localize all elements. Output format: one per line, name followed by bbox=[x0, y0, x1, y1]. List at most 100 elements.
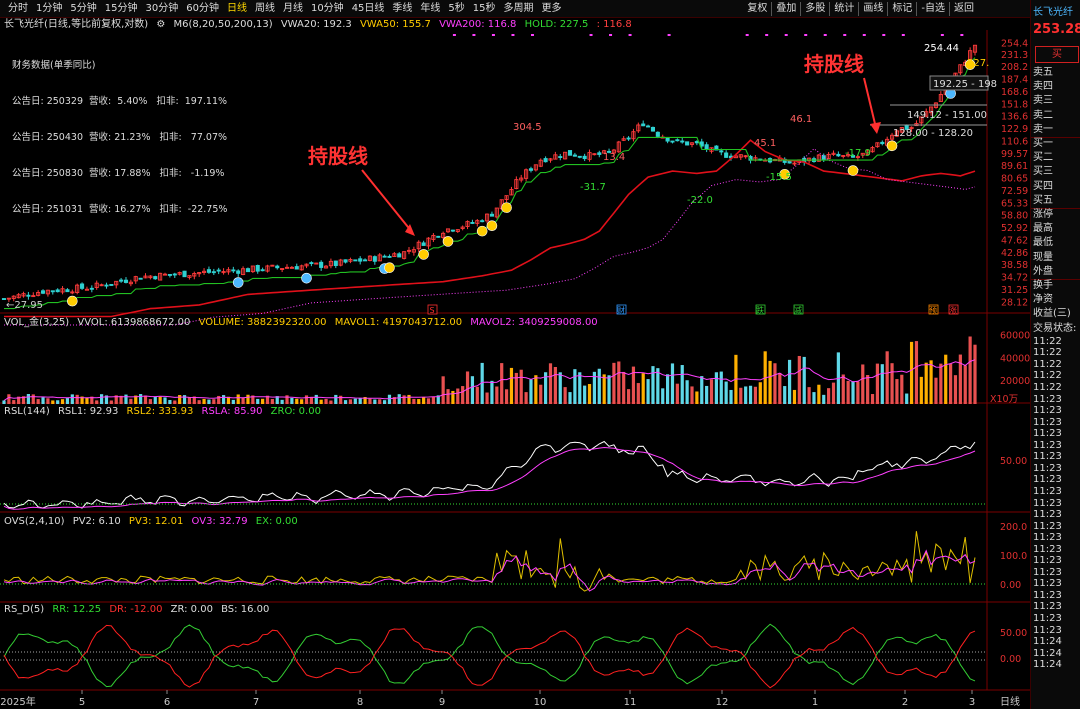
signal-icon bbox=[886, 140, 898, 152]
volume-bar bbox=[827, 388, 831, 404]
rr-value: RR: 12.25 bbox=[52, 604, 102, 615]
volume-bar bbox=[348, 399, 353, 404]
vvol-value: VVOL: 6139868672.00 bbox=[77, 317, 191, 328]
price-label-m31: -31.7 bbox=[580, 182, 606, 193]
candle-body bbox=[470, 222, 475, 224]
candle-body bbox=[65, 289, 70, 293]
quote-row-label: 卖五 bbox=[1033, 67, 1053, 78]
tab-period-4[interactable]: 30分钟 bbox=[141, 2, 182, 16]
tab-period-8[interactable]: 月线 bbox=[279, 2, 307, 16]
volume-bar bbox=[768, 360, 772, 404]
volume-bar bbox=[353, 398, 357, 404]
top-marker bbox=[452, 34, 456, 36]
volume-bar bbox=[822, 394, 826, 404]
volume-bar bbox=[670, 363, 675, 404]
candle-body bbox=[626, 137, 631, 140]
quote-row-label: 换手 bbox=[1033, 280, 1053, 291]
tab-period-11[interactable]: 季线 bbox=[388, 2, 416, 16]
pv3-value: PV3: 12.01 bbox=[128, 516, 184, 527]
menu-item-3[interactable]: 统计 bbox=[829, 2, 858, 16]
candle-body bbox=[387, 255, 392, 258]
candle-body bbox=[665, 137, 670, 142]
signal-icon bbox=[501, 202, 512, 213]
candle-body bbox=[650, 126, 656, 132]
menu-item-7[interactable]: 返回 bbox=[949, 2, 978, 16]
candle-body bbox=[123, 279, 129, 283]
tick-time: 11:24 bbox=[1033, 636, 1062, 648]
volume-bar bbox=[851, 381, 855, 404]
rsl-name: RSL(144) bbox=[4, 406, 50, 417]
time-axis-label: 9 bbox=[439, 697, 445, 708]
volume-bar bbox=[26, 394, 30, 404]
event-marker-label: 减 bbox=[794, 305, 802, 315]
volume-bar bbox=[583, 385, 587, 404]
candle-body bbox=[528, 168, 534, 171]
candle-body bbox=[80, 283, 85, 289]
menu-item-1[interactable]: 叠加 bbox=[771, 2, 800, 16]
volume-bar bbox=[387, 394, 392, 404]
time-axis-label: 10 bbox=[534, 697, 547, 708]
hold-step-line bbox=[4, 57, 976, 310]
volume-bar bbox=[866, 375, 870, 404]
volume-bar bbox=[724, 381, 728, 404]
volume-bar bbox=[256, 398, 260, 404]
rsd-panel-title: RS_D(5) RR: 12.25 DR: -12.00 ZR: 0.00 BS… bbox=[4, 604, 274, 616]
candle-body bbox=[480, 220, 485, 223]
tab-period-6[interactable]: 日线 bbox=[223, 2, 251, 16]
menu-item-0[interactable]: 复权 bbox=[743, 2, 771, 16]
volume-bar bbox=[636, 383, 640, 404]
tab-period-1[interactable]: 1分钟 bbox=[32, 2, 66, 16]
tick-time: 11:23 bbox=[1033, 462, 1062, 474]
top-marker bbox=[882, 34, 886, 36]
tab-period-13[interactable]: 5秒 bbox=[444, 2, 468, 16]
tab-period-7[interactable]: 周线 bbox=[251, 2, 279, 16]
menu-item-5[interactable]: 标记 bbox=[887, 2, 916, 16]
tab-period-3[interactable]: 15分钟 bbox=[101, 2, 142, 16]
tab-period-5[interactable]: 60分钟 bbox=[182, 2, 223, 16]
tab-period-14[interactable]: 15秒 bbox=[469, 2, 500, 16]
volume-bar bbox=[465, 371, 470, 404]
volume-bar bbox=[529, 379, 533, 404]
tab-period-12[interactable]: 年线 bbox=[416, 2, 444, 16]
volume-bar bbox=[139, 394, 143, 404]
volume-bar bbox=[856, 381, 860, 404]
tab-period-10[interactable]: 45日线 bbox=[348, 2, 389, 16]
price-label-13: 13.4 bbox=[603, 152, 625, 163]
volume-bar bbox=[412, 398, 416, 404]
low-price-label: ←27.95 bbox=[6, 300, 43, 311]
candle-body bbox=[489, 213, 494, 217]
candle-body bbox=[309, 262, 314, 265]
top-marker bbox=[901, 34, 905, 36]
vwa200-value: VWA200: 116.8 bbox=[439, 19, 517, 30]
tick-time: 11:23 bbox=[1033, 416, 1062, 428]
menu-item-6[interactable]: -自选 bbox=[916, 2, 949, 16]
top-marker bbox=[804, 34, 808, 36]
tab-period-2[interactable]: 5分钟 bbox=[66, 2, 100, 16]
volume-bar bbox=[553, 367, 557, 404]
candle-body bbox=[109, 284, 114, 286]
top-marker bbox=[667, 34, 671, 36]
volume-bar bbox=[753, 386, 758, 404]
candle-body bbox=[182, 270, 187, 278]
tab-period-16[interactable]: 更多 bbox=[538, 2, 566, 16]
vol-unit-label: X10万 bbox=[990, 394, 1018, 405]
menu-item-4[interactable]: 画线 bbox=[858, 2, 887, 16]
menu-item-2[interactable]: 多股 bbox=[800, 2, 829, 16]
tick-time: 11:23 bbox=[1033, 543, 1062, 555]
tick-time: 11:23 bbox=[1033, 485, 1062, 497]
quote-row-label: 净资 bbox=[1033, 294, 1053, 306]
volume-bar bbox=[446, 389, 450, 404]
candle-body bbox=[216, 269, 221, 272]
tab-period-9[interactable]: 10分钟 bbox=[307, 2, 348, 16]
ovs-axis-label: 200.0 bbox=[1000, 522, 1027, 533]
price-axis-label: 58.80 bbox=[1001, 211, 1028, 222]
tab-period-0[interactable]: 分时 bbox=[4, 2, 32, 16]
event-marker-label: 预 bbox=[929, 305, 937, 315]
ovs-name: OVS(2,4,10) bbox=[4, 516, 65, 527]
tab-period-15[interactable]: 多周期 bbox=[500, 2, 538, 16]
volume-bar bbox=[178, 395, 182, 404]
buy-button[interactable]: 买 bbox=[1035, 46, 1079, 63]
volume-bar bbox=[231, 399, 235, 404]
settings-gear-icon[interactable]: ⚙ bbox=[156, 19, 165, 30]
quote-row-label: 买二 bbox=[1033, 152, 1053, 164]
